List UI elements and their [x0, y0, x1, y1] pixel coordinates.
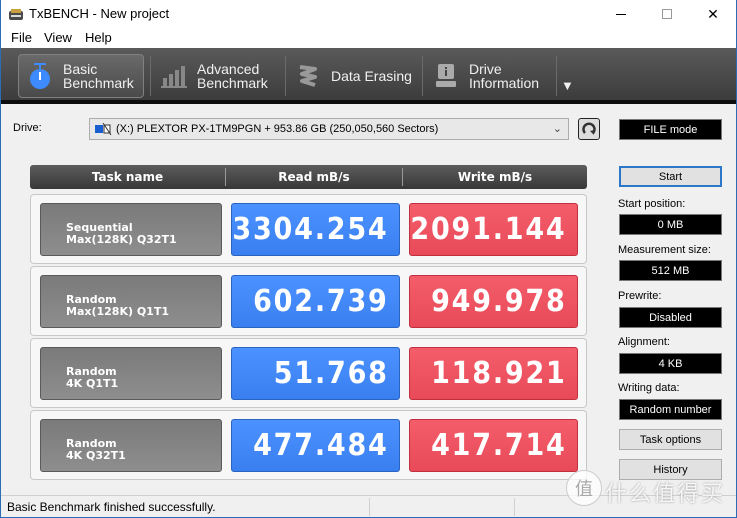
file-mode-indicator[interactable]: FILE mode — [619, 119, 722, 140]
read-value-text: 477.484 — [253, 428, 389, 463]
write-value-text: 949.978 — [431, 284, 567, 319]
maximize-button[interactable] — [644, 0, 690, 28]
toolbar: Basic Benchmark Advanced Benchmark Data … — [1, 48, 736, 104]
task-button[interactable]: Random 4K Q1T1 — [40, 347, 222, 400]
start-position-field[interactable]: 0 MB — [619, 214, 722, 235]
chevron-down-icon: ⌄ — [552, 123, 562, 135]
drive-icon — [95, 123, 112, 135]
toolbar-divider — [422, 56, 423, 96]
tab-drive-information[interactable]: Drive Information — [431, 54, 556, 98]
writing-data-field[interactable]: Random number — [619, 399, 722, 420]
header-task-name: Task name — [91, 170, 164, 184]
menu-bar: File View Help — [1, 28, 736, 48]
stopwatch-icon — [25, 61, 55, 91]
task-button[interactable]: Random 4K Q32T1 — [40, 419, 222, 472]
tab-advanced-benchmark[interactable]: Advanced Benchmark — [159, 54, 279, 98]
tab-drive-line1: Drive — [469, 61, 502, 77]
prewrite-field[interactable]: Disabled — [619, 307, 722, 328]
task-options-button[interactable]: Task options — [619, 429, 722, 450]
toolbar-divider — [150, 56, 151, 96]
drive-label: Drive: — [13, 122, 42, 134]
read-value: 602.739 — [231, 275, 400, 328]
tab-basic-line1: Basic — [63, 61, 98, 77]
tab-advanced-line2: Benchmark — [197, 75, 268, 91]
prewrite-label: Prewrite: — [618, 290, 662, 302]
close-icon: ✕ — [707, 5, 719, 22]
status-text: Basic Benchmark finished successfully. — [7, 500, 216, 514]
toolbar-divider — [285, 56, 286, 96]
watermark-text: 什么值得买 — [605, 481, 726, 506]
eraser-icon — [293, 61, 323, 91]
read-value: 51.768 — [231, 347, 400, 400]
read-value-text: 51.768 — [273, 356, 389, 391]
results-header: Task name Read mB/s Write mB/s — [30, 165, 587, 189]
tab-data-erasing[interactable]: Data Erasing — [293, 54, 418, 98]
watermark-logo: 值 — [566, 470, 602, 506]
read-value-text: 602.739 — [253, 284, 389, 319]
read-value: 3304.254 — [231, 203, 400, 256]
start-button[interactable]: Start — [619, 166, 722, 187]
drive-select[interactable]: (X:) PLEXTOR PX-1TM9PGN + 953.86 GB (250… — [89, 118, 569, 140]
write-value-text: 118.921 — [431, 356, 567, 391]
toolbar-divider — [556, 56, 557, 96]
write-value: 2091.144 — [409, 203, 578, 256]
menu-view[interactable]: View — [44, 30, 72, 45]
alignment-label: Alignment: — [618, 336, 670, 348]
toolbar-more-button[interactable]: ▼ — [561, 76, 577, 96]
header-read: Read mB/s — [278, 170, 350, 184]
read-value: 477.484 — [231, 419, 400, 472]
start-position-label: Start position: — [618, 198, 686, 210]
refresh-icon — [582, 122, 596, 135]
bar-chart-icon — [159, 61, 189, 91]
refresh-button[interactable] — [578, 118, 600, 140]
result-row-rnd-q1t1: Random Max(128K) Q1T1 602.739 949.978 — [30, 266, 587, 336]
task-name-line2: Max(128K) Q1T1 — [66, 305, 169, 318]
close-button[interactable]: ✕ — [690, 0, 736, 28]
writing-data-label: Writing data: — [618, 382, 680, 394]
menu-help[interactable]: Help — [85, 30, 112, 45]
drive-select-value: (X:) PLEXTOR PX-1TM9PGN + 953.86 GB (250… — [116, 123, 439, 135]
tab-drive-line2: Information — [469, 75, 540, 91]
app-icon — [9, 9, 23, 20]
result-row-seq-q32t1: Sequential Max(128K) Q32T1 3304.254 2091… — [30, 194, 587, 264]
triangle-down-icon: ▼ — [561, 78, 574, 93]
minimize-button[interactable] — [598, 0, 644, 28]
title-bar: TxBENCH - New project ✕ — [1, 0, 736, 28]
tab-basic-benchmark[interactable]: Basic Benchmark — [18, 54, 144, 98]
app-window: TxBENCH - New project ✕ File View Help B… — [0, 0, 737, 518]
write-value: 118.921 — [409, 347, 578, 400]
task-button[interactable]: Sequential Max(128K) Q32T1 — [40, 203, 222, 256]
task-name-line2: Max(128K) Q32T1 — [66, 233, 177, 246]
minimize-icon — [616, 13, 626, 15]
tab-erasing-label: Data Erasing — [331, 68, 412, 84]
measurement-size-label: Measurement size: — [618, 244, 711, 256]
tab-advanced-line1: Advanced — [197, 61, 260, 77]
result-row-4k-q32t1: Random 4K Q32T1 477.484 417.714 — [30, 410, 587, 480]
alignment-field[interactable]: 4 KB — [619, 353, 722, 374]
drive-info-icon — [431, 61, 461, 91]
maximize-icon — [662, 9, 672, 19]
measurement-size-field[interactable]: 512 MB — [619, 260, 722, 281]
status-divider — [514, 498, 515, 516]
header-write: Write mB/s — [457, 170, 533, 184]
tab-basic-line2: Benchmark — [63, 75, 134, 91]
menu-file[interactable]: File — [11, 30, 32, 45]
result-row-4k-q1t1: Random 4K Q1T1 51.768 118.921 — [30, 338, 587, 408]
task-name-line2: 4K Q1T1 — [66, 377, 119, 390]
window-title: TxBENCH - New project — [29, 6, 170, 21]
write-value-text: 2091.144 — [410, 212, 567, 247]
read-value-text: 3304.254 — [232, 212, 389, 247]
write-value-text: 417.714 — [431, 428, 567, 463]
results-panel: Task name Read mB/s Write mB/s Sequentia… — [30, 165, 587, 485]
task-button[interactable]: Random Max(128K) Q1T1 — [40, 275, 222, 328]
task-name-line2: 4K Q32T1 — [66, 449, 126, 462]
write-value: 949.978 — [409, 275, 578, 328]
write-value: 417.714 — [409, 419, 578, 472]
status-divider — [369, 498, 370, 516]
